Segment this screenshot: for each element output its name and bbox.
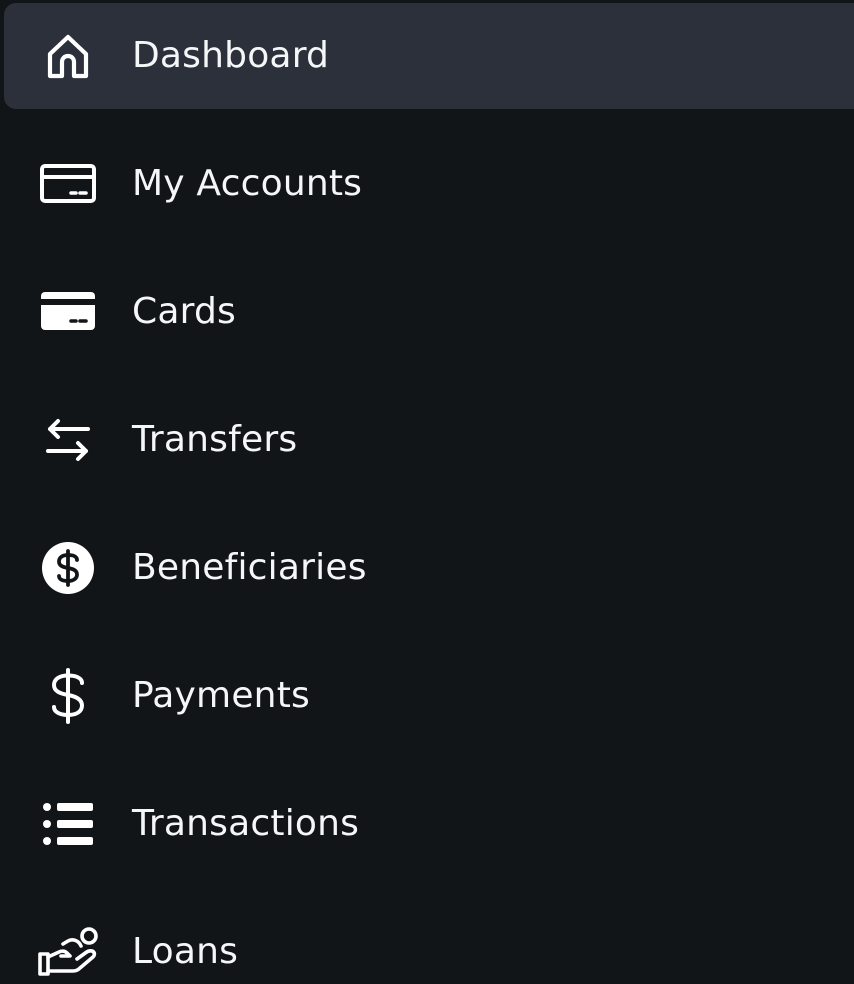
home-icon: [38, 26, 98, 86]
sidebar-item-transactions[interactable]: Transactions: [4, 771, 854, 877]
dollar-icon: [38, 666, 98, 726]
sidebar-item-cards[interactable]: Cards: [4, 259, 854, 365]
hand-coins-icon: [38, 922, 98, 982]
sidebar-item-label: Beneficiaries: [132, 547, 367, 588]
sidebar-item-label: Cards: [132, 291, 236, 332]
sidebar-item-label: Payments: [132, 675, 310, 716]
sidebar-item-payments[interactable]: Payments: [4, 643, 854, 749]
sidebar-item-label: My Accounts: [132, 163, 363, 204]
sidebar-item-dashboard[interactable]: Dashboard: [4, 3, 854, 109]
sidebar-item-my-accounts[interactable]: My Accounts: [4, 131, 854, 237]
list-icon: [38, 794, 98, 854]
sidebar-item-beneficiaries[interactable]: Beneficiaries: [4, 515, 854, 621]
transfer-arrows-icon: [38, 410, 98, 470]
account-card-icon: [38, 154, 98, 214]
dollar-circle-icon: [38, 538, 98, 598]
sidebar-item-label: Transfers: [132, 419, 298, 460]
sidebar-item-transfers[interactable]: Transfers: [4, 387, 854, 493]
sidebar-item-label: Dashboard: [132, 35, 330, 76]
sidebar-item-loans[interactable]: Loans: [4, 899, 854, 984]
sidebar-item-label: Transactions: [132, 803, 360, 844]
sidebar-nav: Dashboard My Accounts Cards Transfers Be…: [0, 0, 854, 984]
credit-card-icon: [38, 282, 98, 342]
sidebar-item-label: Loans: [132, 931, 239, 972]
